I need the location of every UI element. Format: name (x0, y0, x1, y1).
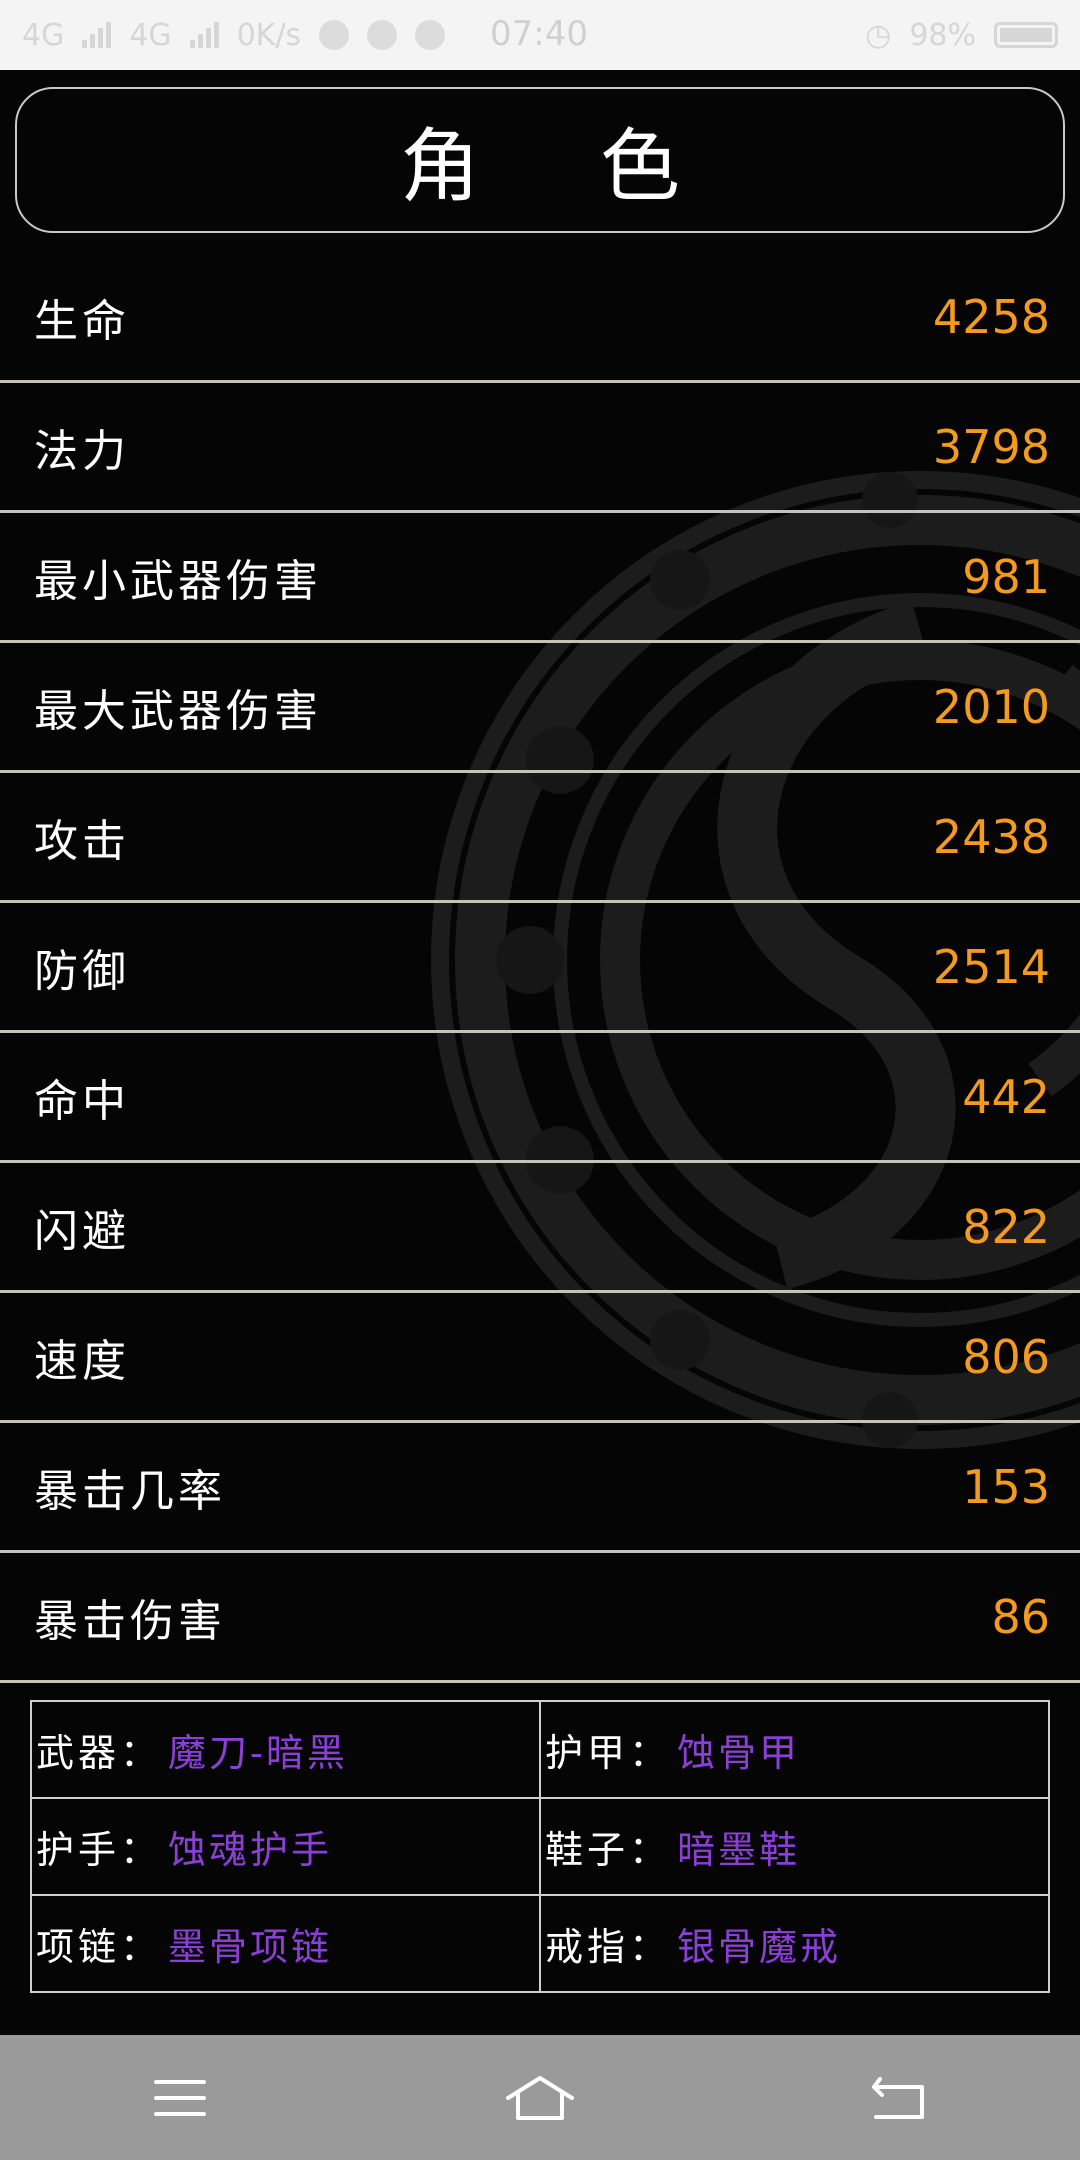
stat-value: 2514 (932, 939, 1050, 994)
equipment-slot-shoes[interactable]: 鞋子： 暗墨鞋 (539, 1797, 1050, 1896)
equipment-value: 银骨魔戒 (677, 1925, 842, 1969)
equipment-row: 武器： 魔刀-暗黑 护甲： 蚀骨甲 (30, 1700, 1050, 1799)
character-screen: 角色 生命 4258 法力 3798 最小武器伤害 981 最大武器伤害 201… (0, 70, 1080, 2035)
equipment-label: 项链： (36, 1925, 163, 1969)
equipment-row: 护手： 蚀魂护手 鞋子： 暗墨鞋 (30, 1797, 1050, 1896)
equipment-value: 蚀魂护手 (168, 1828, 333, 1872)
stat-value: 806 (962, 1329, 1050, 1384)
status-bar: 4G 4G 0K/s 07:40 ◷ 98% (0, 0, 1080, 70)
stat-value: 86 (991, 1589, 1050, 1644)
equipment-label: 护手： (36, 1828, 163, 1872)
stat-row-mp: 法力 3798 (0, 383, 1080, 513)
stat-value: 2010 (932, 679, 1050, 734)
alarm-icon: ◷ (865, 17, 892, 53)
equipment-label: 戒指： (545, 1925, 672, 1969)
status-left: 4G 4G 0K/s (22, 17, 446, 53)
equipment-slot-necklace[interactable]: 项链： 墨骨项链 (30, 1894, 541, 1993)
stat-row-speed: 速度 806 (0, 1293, 1080, 1423)
clock: 07:40 (490, 14, 588, 54)
equipment-value: 墨骨项链 (168, 1925, 333, 1969)
stat-row-defense: 防御 2514 (0, 903, 1080, 1033)
equipment-label: 武器： (36, 1731, 163, 1775)
stat-label: 最大武器伤害 (34, 685, 322, 737)
equipment-label: 护甲： (545, 1731, 672, 1775)
menu-button[interactable] (120, 2048, 240, 2148)
equipment-slot-gloves[interactable]: 护手： 蚀魂护手 (30, 1797, 541, 1896)
equipment-slot-weapon[interactable]: 武器： 魔刀-暗黑 (30, 1700, 541, 1799)
stat-value: 153 (962, 1459, 1050, 1514)
notification-icon (367, 20, 398, 50)
stat-value: 4258 (932, 289, 1050, 344)
status-right: ◷ 98% (865, 18, 1058, 53)
speed-label: 0K/s (236, 17, 302, 53)
navigation-bar (0, 2035, 1080, 2160)
stat-label: 暴击伤害 (34, 1595, 226, 1647)
stat-row-dodge: 闪避 822 (0, 1163, 1080, 1293)
stat-label: 暴击几率 (34, 1465, 226, 1517)
stat-value: 2438 (932, 809, 1050, 864)
equipment-slot-ring[interactable]: 戒指： 银骨魔戒 (539, 1894, 1050, 1993)
equipment-value: 暗墨鞋 (677, 1828, 801, 1872)
stat-label: 防御 (34, 945, 130, 997)
stat-value: 3798 (932, 419, 1050, 474)
signal-icon (189, 22, 219, 48)
stats-list: 生命 4258 法力 3798 最小武器伤害 981 最大武器伤害 2010 攻… (0, 253, 1080, 1683)
stat-row-crit-damage: 暴击伤害 86 (0, 1553, 1080, 1683)
home-icon (506, 2075, 574, 2120)
stat-row-min-damage: 最小武器伤害 981 (0, 513, 1080, 643)
stat-row-hit: 命中 442 (0, 1033, 1080, 1163)
menu-icon (154, 2079, 206, 2116)
equipment-row: 项链： 墨骨项链 戒指： 银骨魔戒 (30, 1894, 1050, 1993)
stat-label: 闪避 (34, 1205, 130, 1257)
equipment-label: 鞋子： (545, 1828, 672, 1872)
battery-icon (994, 22, 1058, 48)
back-icon (872, 2076, 924, 2119)
equipment-value: 蚀骨甲 (677, 1731, 801, 1775)
stat-label: 最小武器伤害 (34, 555, 322, 607)
equipment-value: 魔刀-暗黑 (168, 1731, 348, 1775)
wechat-icon (319, 20, 350, 50)
signal-icon (82, 22, 112, 48)
back-button[interactable] (840, 2048, 960, 2148)
stat-row-max-damage: 最大武器伤害 2010 (0, 643, 1080, 773)
home-button[interactable] (480, 2048, 600, 2148)
stat-row-attack: 攻击 2438 (0, 773, 1080, 903)
stat-row-hp: 生命 4258 (0, 253, 1080, 383)
stat-label: 攻击 (34, 815, 130, 867)
equipment-slot-armor[interactable]: 护甲： 蚀骨甲 (539, 1700, 1050, 1799)
check-icon (415, 20, 446, 50)
stat-row-crit-rate: 暴击几率 153 (0, 1423, 1080, 1553)
stat-value: 981 (962, 549, 1050, 604)
stat-value: 822 (962, 1199, 1050, 1254)
battery-percent: 98% (909, 17, 976, 53)
network-2-label: 4G (129, 17, 172, 53)
stat-label: 生命 (34, 295, 130, 347)
equipment-table: 武器： 魔刀-暗黑 护甲： 蚀骨甲 护手： 蚀魂护手 鞋子： 暗墨鞋 项链： 墨骨项链 戒… (30, 1700, 1050, 1993)
stat-label: 法力 (34, 425, 130, 477)
stat-label: 速度 (34, 1335, 130, 1387)
stat-label: 命中 (34, 1075, 130, 1127)
network-1-label: 4G (22, 17, 65, 53)
page-title: 角色 (15, 87, 1065, 233)
stat-value: 442 (962, 1069, 1050, 1124)
